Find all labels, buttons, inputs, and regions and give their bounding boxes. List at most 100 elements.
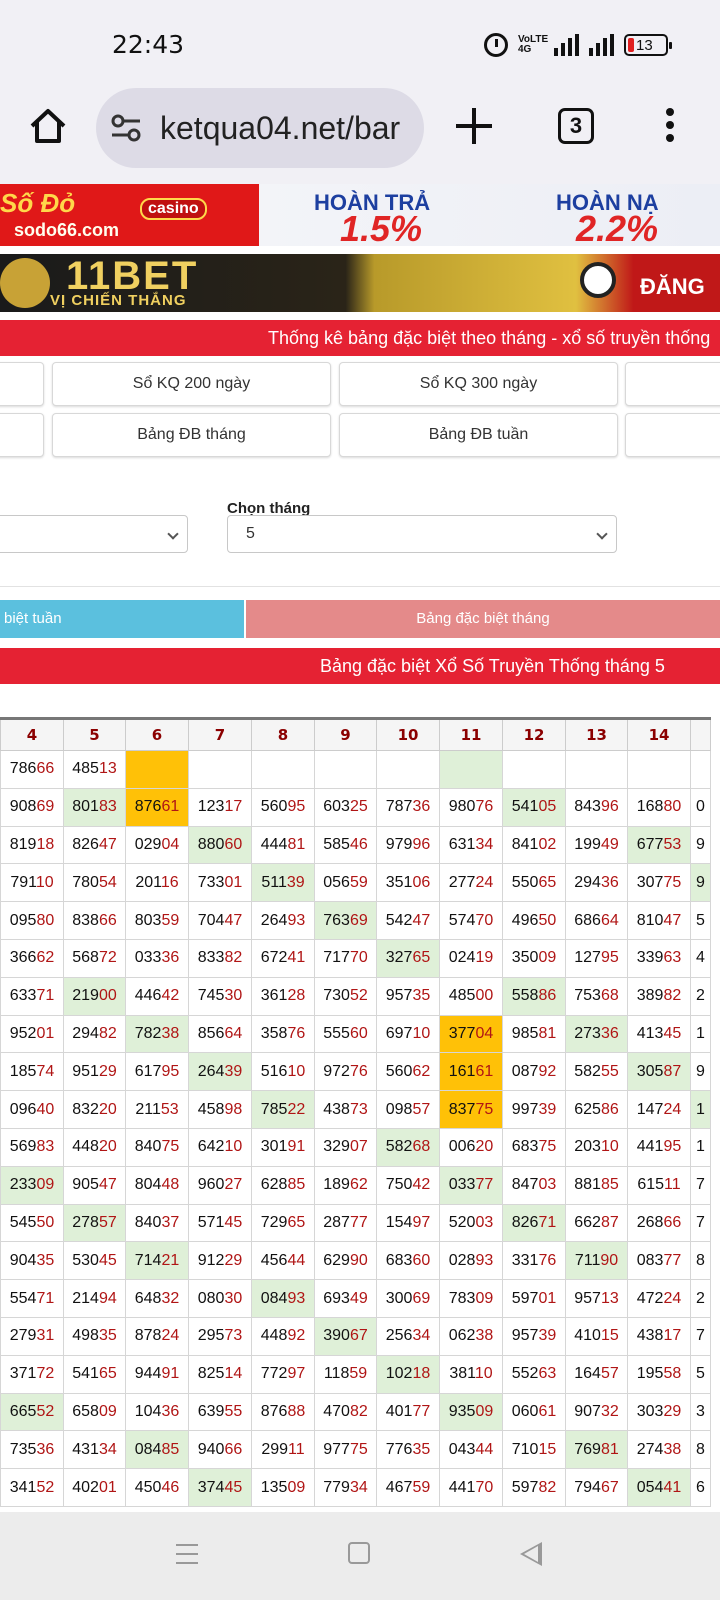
result-cell: 83382	[188, 938, 252, 978]
column-header: 7	[188, 717, 252, 751]
result-cell	[314, 750, 377, 789]
result-cell: 16457	[565, 1354, 628, 1394]
result-cell	[188, 750, 252, 789]
result-cell: 26866	[627, 1203, 691, 1243]
battery-icon: 13	[624, 34, 672, 56]
result-cell: 97996	[376, 825, 440, 865]
ad-brand: Số Đỏ	[0, 188, 76, 218]
result-cell: 73301	[188, 863, 252, 903]
table-row: 37172 54165 94491 82514 77297 11859 10218 38110…	[0, 1354, 711, 1394]
result-cell: 02419	[439, 938, 503, 978]
result-cell: 84703	[502, 1165, 566, 1205]
table-row: 73536 43134 08485 94066 29911 97775 77635 04344…	[0, 1430, 711, 1470]
signal-icon	[554, 34, 579, 56]
result-cell: 03377	[439, 1165, 503, 1205]
address-bar[interactable]: ketqua04.net/bar	[96, 88, 424, 168]
url-text[interactable]: ketqua04.net/bar	[160, 110, 406, 147]
nav-button-db-month[interactable]: Bảng ĐB tháng	[52, 413, 331, 457]
result-cell: 36128	[251, 976, 315, 1016]
result-cell: 54165	[63, 1354, 126, 1394]
month-select-value: 5	[246, 525, 255, 542]
table-header-row: 4 5 6 7 8 9 10 11 12 13 14	[0, 717, 711, 751]
more-menu-icon[interactable]	[664, 108, 676, 148]
tab-special-week[interactable]: biệt tuần	[0, 600, 244, 638]
result-cell: 79467	[565, 1468, 628, 1507]
result-cell: 95739	[502, 1316, 566, 1356]
result-cell: 77934	[314, 1468, 377, 1507]
result-cell: 41345	[627, 1014, 691, 1054]
result-cell: 30587	[627, 1052, 691, 1092]
result-cell: 65809	[63, 1392, 126, 1432]
nav-button-hidden-2[interactable]	[625, 362, 720, 406]
month-select[interactable]: 5	[227, 515, 617, 553]
year-select[interactable]	[0, 515, 188, 553]
result-cell: 28777	[314, 1203, 377, 1243]
page-title: Thống kê bảng đặc biệt theo tháng - xổ s…	[0, 320, 720, 356]
result-cell: 30191	[251, 1127, 315, 1167]
ad-logo-icon	[0, 258, 50, 308]
result-cell: 05659	[314, 863, 377, 903]
ad-banner-sodo[interactable]: Số Đỏ casino sodo66.com HOÀN TRẢ 1.5% HO…	[0, 184, 720, 246]
network-type-icon: VoLTE 4G	[518, 34, 549, 55]
result-cell: 35106	[376, 863, 440, 903]
result-cell: 54105	[502, 787, 566, 827]
result-cell: 67753	[627, 825, 691, 865]
result-cell: 56983	[0, 1127, 64, 1167]
nav-button-hidden-4[interactable]	[625, 413, 720, 457]
result-cell: 27336	[565, 1014, 628, 1054]
column-header: 11	[439, 717, 503, 751]
ad-slogan: VỊ CHIẾN THẮNG	[50, 292, 187, 309]
result-cell: 18574	[0, 1052, 64, 1092]
ad-site: sodo66.com	[14, 220, 120, 240]
result-cell: 63134	[439, 825, 503, 865]
result-cell: 44820	[63, 1127, 126, 1167]
nav-button-hidden-1[interactable]	[0, 362, 44, 406]
football-icon	[580, 262, 616, 298]
result-cell: 58255	[565, 1052, 628, 1092]
tab-switcher-button[interactable]: 3	[558, 108, 594, 144]
result-cell: 83866	[63, 901, 126, 940]
result-cell: 36662	[0, 938, 64, 978]
ad-cta: ĐĂNG	[640, 274, 705, 299]
result-cell: 48513	[63, 750, 126, 789]
result-cell: 3	[690, 1392, 711, 1432]
result-cell: 10436	[125, 1392, 189, 1432]
result-cell: 09640	[0, 1090, 64, 1129]
home-nav-icon[interactable]	[348, 1542, 370, 1564]
column-header: 9	[314, 717, 377, 751]
nav-button-db-week[interactable]: Bảng ĐB tuần	[339, 413, 618, 457]
back-icon[interactable]	[520, 1542, 542, 1566]
result-cell	[690, 750, 711, 789]
result-cell: 74530	[188, 976, 252, 1016]
browser-toolbar: ketqua04.net/bar 3	[0, 88, 720, 184]
nav-button-200-days[interactable]: Sổ KQ 200 ngày	[52, 362, 331, 406]
result-cell: 29436	[565, 863, 628, 903]
result-cell	[627, 750, 691, 789]
table-row: 09580 83866 80359 70447 26493 76369 54247 57470…	[0, 901, 711, 940]
new-tab-icon[interactable]	[456, 108, 492, 144]
result-cell: 87824	[125, 1316, 189, 1356]
nav-button-hidden-3[interactable]	[0, 413, 44, 457]
result-cell: 55065	[502, 863, 566, 903]
results-table-wrapper[interactable]: 4 5 6 7 8 9 10 11 12 13 14 78666 48513 90869 80183 876…	[0, 717, 720, 1507]
tab-special-month[interactable]: Bảng đặc biệt tháng	[246, 600, 720, 638]
result-cell: 55560	[314, 1014, 377, 1054]
result-cell: 35876	[251, 1014, 315, 1054]
result-cell: 34152	[0, 1468, 64, 1507]
result-cell: 56872	[63, 938, 126, 978]
recent-apps-icon[interactable]	[176, 1544, 198, 1564]
nav-button-300-days[interactable]: Sổ KQ 300 ngày	[339, 362, 618, 406]
result-cell: 84102	[502, 825, 566, 865]
result-cell: 27438	[627, 1430, 691, 1470]
site-settings-icon[interactable]	[110, 114, 142, 142]
result-cell: 9	[690, 1052, 711, 1092]
home-icon[interactable]	[28, 106, 68, 146]
result-cell: 55471	[0, 1279, 64, 1318]
result-cell: 46759	[376, 1468, 440, 1507]
result-cell: 66552	[0, 1392, 64, 1432]
table-row: 27931 49835 87824 29573 44892 39067 25634 06238…	[0, 1316, 711, 1356]
result-cell: 58268	[376, 1127, 440, 1167]
result-cell: 44170	[439, 1468, 503, 1507]
ad-banner-11bet[interactable]: 11BET VỊ CHIẾN THẮNG ĐĂNG	[0, 254, 720, 312]
result-cell: 61795	[125, 1052, 189, 1092]
